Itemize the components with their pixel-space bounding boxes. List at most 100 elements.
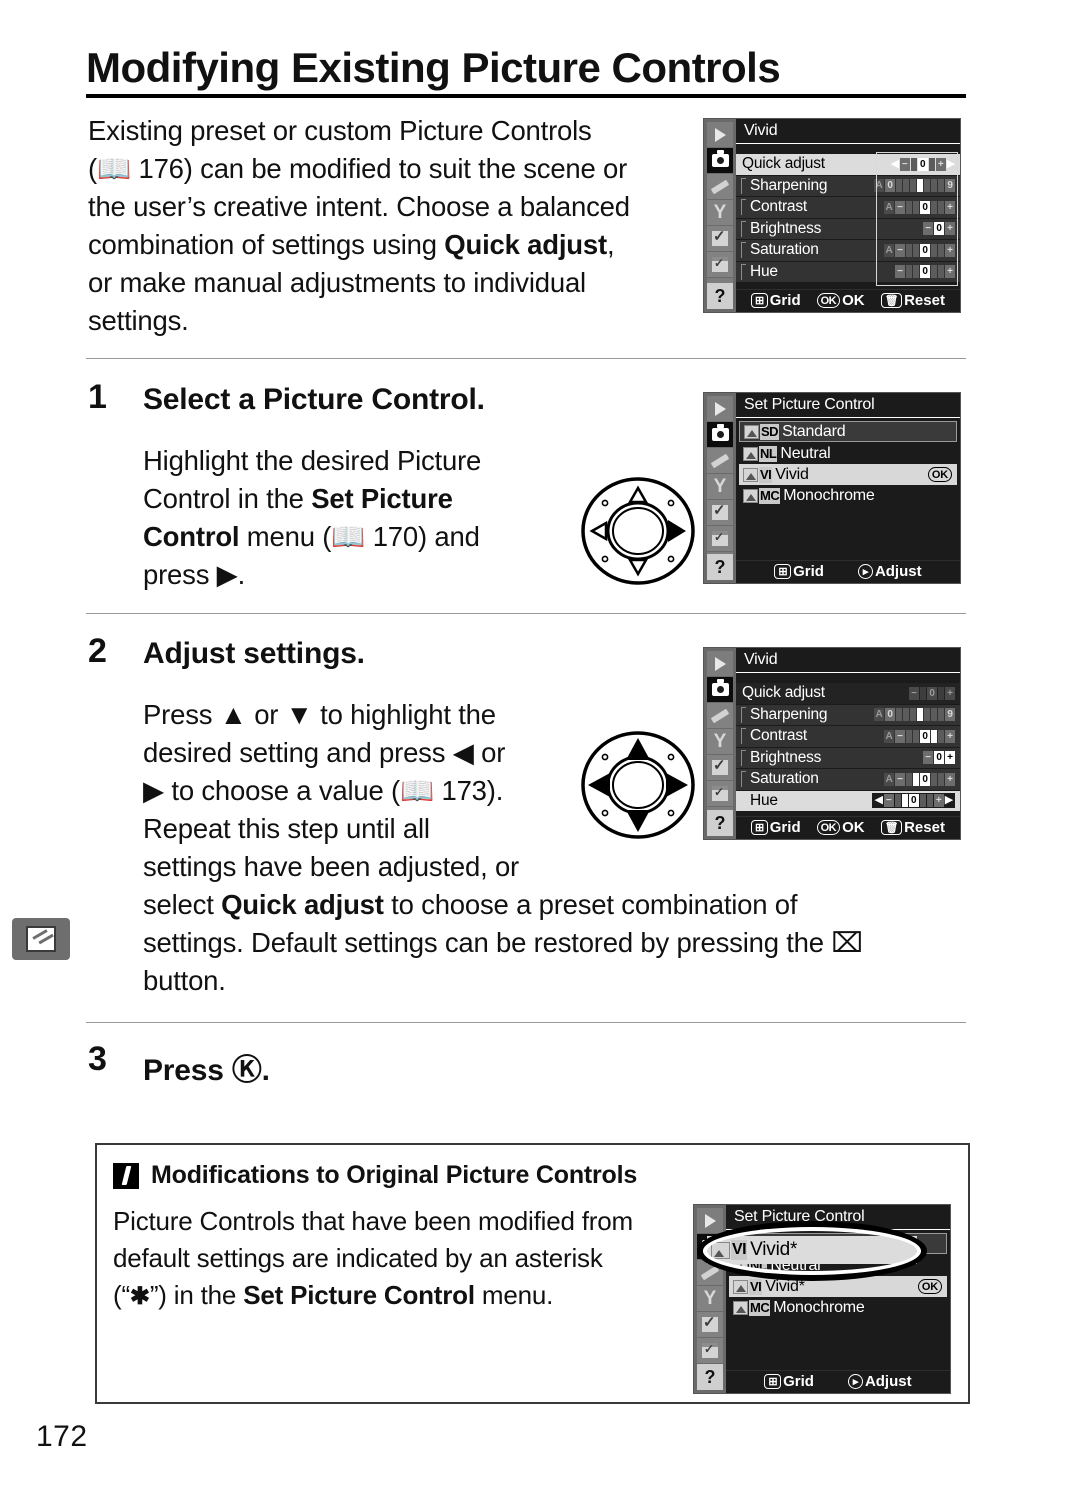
setup-menu-icon[interactable]: Y xyxy=(707,474,733,499)
contrast-slider[interactable]: A − 0 + xyxy=(884,729,955,743)
playback-menu-icon[interactable] xyxy=(707,396,733,421)
seg xyxy=(896,708,902,722)
custom-settings-menu-icon[interactable] xyxy=(707,448,733,473)
step-2-wide-a: select xyxy=(143,889,222,920)
picture-control-icon xyxy=(733,1300,748,1315)
hue-slider[interactable]: ◀ − 0 + ▶ xyxy=(872,793,955,809)
intro-line-6: settings. xyxy=(88,305,189,336)
shooting-menu-icon[interactable] xyxy=(707,148,733,173)
sharpening-slider[interactable]: A 0 9 xyxy=(874,708,955,722)
footer-adjust[interactable]: ▸ Adjust xyxy=(857,563,922,580)
recent-settings-menu-icon[interactable] xyxy=(707,526,733,551)
row-saturation[interactable]: Saturation A − 0 + xyxy=(736,769,960,790)
step-1-line-4: press ▶. xyxy=(143,559,246,590)
seg-active xyxy=(931,729,937,743)
playback-menu-icon[interactable] xyxy=(707,122,733,147)
picture-control-icon xyxy=(743,488,758,503)
plus-box: + xyxy=(945,751,955,765)
lcd-title: Vivid xyxy=(736,119,960,144)
retouch-menu-icon[interactable] xyxy=(707,226,733,251)
note-box: Modifications to Original Picture Contro… xyxy=(95,1143,970,1404)
shooting-menu-icon[interactable] xyxy=(707,422,733,447)
footer-grid[interactable]: ⊞ Grid xyxy=(764,1373,814,1390)
help-icon[interactable]: ? xyxy=(697,1364,723,1390)
picture-control-tag: SD xyxy=(760,423,780,440)
page-title-block: Modifying Existing Picture Controls xyxy=(86,46,966,98)
help-icon[interactable]: ? xyxy=(707,810,733,836)
lcd-content: Set Picture Control SD Standard NL Neutr… xyxy=(736,393,960,583)
multi-selector-all[interactable] xyxy=(578,730,698,840)
shooting-menu-icon[interactable] xyxy=(707,677,733,702)
magnified-label: Vivid* xyxy=(750,1239,798,1260)
custom-settings-menu-icon[interactable] xyxy=(707,703,733,728)
footer-grid[interactable]: ⊞ Grid xyxy=(751,819,801,836)
custom-settings-menu-icon[interactable] xyxy=(707,174,733,199)
footer-reset[interactable]: 🗑 Reset xyxy=(880,819,945,836)
step-2-line-1: Press ▲ or ▼ to highlight the xyxy=(143,699,496,730)
note-line-3a: (“ xyxy=(113,1280,130,1310)
retouch-menu-icon[interactable] xyxy=(697,1312,723,1337)
footer-label: Grid xyxy=(783,1373,814,1390)
list-item-standard[interactable]: SD Standard xyxy=(739,421,957,442)
step-1-number: 1 xyxy=(88,378,107,416)
help-icon[interactable]: ? xyxy=(707,283,733,309)
row-sharpening[interactable]: Sharpening A 0 9 xyxy=(736,704,960,725)
row-quick-adjust[interactable]: Quick adjust − 0 + xyxy=(736,683,960,704)
recent-settings-menu-icon[interactable] xyxy=(707,781,733,806)
footer-label: Reset xyxy=(904,819,945,836)
ok-button-icon: OK xyxy=(816,820,841,835)
row-label: Hue xyxy=(750,791,778,809)
footer-ok[interactable]: OK OK xyxy=(816,819,865,836)
row-brightness[interactable]: Brightness − 0 + xyxy=(736,747,960,768)
playback-menu-icon[interactable] xyxy=(707,651,733,676)
lcd-title: Set Picture Control xyxy=(736,393,960,418)
step-2-number: 2 xyxy=(88,632,107,670)
row-hue[interactable]: Hue ◀ − 0 + ▶ xyxy=(736,790,960,811)
step-1-control-bold: Control xyxy=(143,521,240,552)
branch-tick xyxy=(741,706,746,723)
picture-control-tag: MC xyxy=(749,1299,771,1316)
list-item-vivid-modified[interactable]: VI Vivid* OK xyxy=(729,1276,947,1297)
setup-menu-icon[interactable]: Y xyxy=(707,200,733,225)
picture-control-tag: NL xyxy=(759,445,778,462)
help-icon[interactable]: ? xyxy=(707,554,733,580)
quick-adjust-slider[interactable]: − 0 + xyxy=(909,686,955,700)
footer-grid[interactable]: ⊞ Grid xyxy=(774,563,824,580)
book-icon: 📖 xyxy=(96,153,132,184)
row-label: Brightness xyxy=(750,219,822,237)
seg xyxy=(910,708,916,722)
saturation-slider[interactable]: A − 0 + xyxy=(884,772,955,786)
list-item-monochrome[interactable]: MC Monochrome xyxy=(729,1297,947,1318)
divider-step-2 xyxy=(86,613,966,614)
row-contrast[interactable]: Contrast A − 0 + xyxy=(736,726,960,747)
branch-tick xyxy=(741,220,746,237)
trash-icon: 🗑 xyxy=(880,293,903,308)
picture-control-tag: VI xyxy=(759,466,773,483)
list-item-vivid[interactable]: VI Vivid OK xyxy=(739,464,957,485)
footer-reset[interactable]: 🗑 Reset xyxy=(880,292,945,309)
list-item-monochrome[interactable]: MC Monochrome xyxy=(739,485,957,506)
retouch-menu-icon[interactable] xyxy=(707,500,733,525)
setup-menu-icon[interactable]: Y xyxy=(697,1286,723,1311)
grid-icon: ⊞ xyxy=(774,564,792,579)
footer-ok[interactable]: OK OK xyxy=(816,292,865,309)
row-label: Brightness xyxy=(750,748,822,766)
playback-menu-icon[interactable] xyxy=(697,1208,723,1233)
retouch-menu-icon[interactable] xyxy=(707,755,733,780)
magnified-vivid-row: VI Vivid* xyxy=(707,1236,917,1264)
recent-settings-menu-icon[interactable] xyxy=(697,1338,723,1363)
seg xyxy=(931,772,937,786)
row-label: Saturation xyxy=(750,241,819,259)
recent-settings-menu-icon[interactable] xyxy=(707,252,733,277)
multi-selector-right[interactable] xyxy=(578,476,698,586)
footer-label: Adjust xyxy=(864,1373,912,1390)
step-1-line-1: Highlight the desired Picture xyxy=(143,445,482,476)
step-2-ref-173: 173 xyxy=(441,775,487,806)
brightness-slider[interactable]: − 0 + xyxy=(923,751,955,765)
footer-grid[interactable]: ⊞ Grid xyxy=(751,292,801,309)
lcd-content: Vivid Quick adjust − 0 + Sharpening A 0 … xyxy=(736,648,960,839)
setup-menu-icon[interactable]: Y xyxy=(707,729,733,754)
footer-adjust[interactable]: ▸ Adjust xyxy=(847,1373,912,1390)
list-item-neutral[interactable]: NL Neutral xyxy=(739,443,957,464)
right-arrow-icon: ▶ xyxy=(944,794,953,807)
